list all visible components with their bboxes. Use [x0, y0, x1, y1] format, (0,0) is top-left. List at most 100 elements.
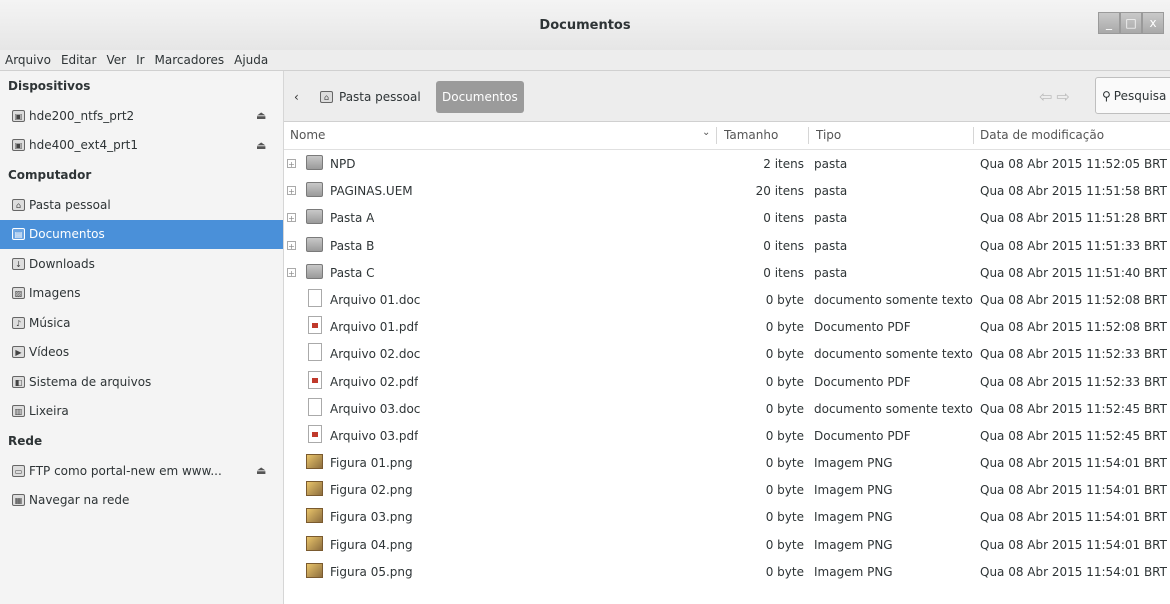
file-size: 0 itens — [763, 238, 804, 253]
sidebar-item[interactable]: ↓ Downloads — [0, 249, 283, 279]
search-label: Pesquisa — [1113, 88, 1167, 103]
sidebar-item[interactable]: ▤ Documentos — [0, 219, 283, 249]
music-folder-icon: ♪ — [12, 316, 25, 329]
sidebar-item[interactable]: ▭ FTP como portal-new em www... ⏏ — [0, 456, 283, 486]
file-row[interactable]: Figura 05.png 0 byte Imagem PNG Qua 08 Abr … — [284, 558, 1170, 585]
column-size[interactable]: Tamanho — [724, 128, 778, 142]
eject-icon[interactable]: ⏏ — [256, 109, 266, 122]
minimize-button[interactable]: _ — [1098, 12, 1120, 34]
eject-icon[interactable]: ⏏ — [256, 464, 266, 477]
drive-icon: ▣ — [12, 139, 25, 152]
breadcrumb-current[interactable]: Documentos — [436, 81, 524, 113]
file-row[interactable]: + Pasta C 0 itens pasta Qua 08 Abr 2015 11:5… — [284, 259, 1170, 286]
file-row[interactable]: + NPD 2 itens pasta Qua 08 Abr 2015 11:52:05… — [284, 150, 1170, 177]
sidebar-item[interactable]: ▨ Imagens — [0, 279, 283, 309]
sidebar-item-label: Vídeos — [29, 345, 70, 360]
file-name: Arquivo 01.doc — [330, 292, 421, 307]
file-row[interactable]: + Pasta B 0 itens pasta Qua 08 Abr 2015 11:5… — [284, 232, 1170, 259]
sidebar-item[interactable]: ▦ Navegar na rede — [0, 486, 283, 516]
downloads-folder-icon: ↓ — [12, 257, 25, 270]
network-share-icon: ▭ — [12, 464, 25, 477]
file-row[interactable]: Arquivo 01.pdf 0 byte Documento PDF Qua 08 … — [284, 313, 1170, 340]
file-name: Figura 04.png — [330, 537, 413, 552]
file-name: NPD — [330, 157, 356, 171]
expander-icon[interactable]: + — [287, 240, 296, 251]
file-size: 0 byte — [765, 510, 804, 525]
file-date: Qua 08 Abr 2015 11:52:45 BRT — [980, 428, 1167, 443]
file-row[interactable]: + PAGINAS.UEM 20 itens pasta Qua 08 Abr 2015… — [284, 177, 1170, 204]
close-button[interactable]: x — [1142, 12, 1164, 34]
column-type[interactable]: Tipo — [816, 128, 841, 142]
forward-arrow-icon[interactable]: ⇨ — [1056, 87, 1073, 106]
menu-editar[interactable]: Editar — [56, 53, 102, 67]
network-icon: ▦ — [12, 494, 25, 507]
menu-ver[interactable]: Ver — [101, 53, 131, 67]
breadcrumb-home[interactable]: ⌂ Pasta pessoal — [320, 90, 421, 104]
sidebar-item[interactable]: ▶ Vídeos — [0, 338, 283, 368]
file-type: Imagem PNG — [814, 510, 893, 525]
file-type: pasta — [814, 238, 848, 253]
file-row[interactable]: Arquivo 03.doc 0 byte documento somente te… — [284, 395, 1170, 422]
expander-icon[interactable]: + — [287, 159, 296, 169]
image-file-icon — [306, 562, 323, 578]
file-size: 0 byte — [765, 320, 804, 335]
sidebar-item[interactable]: ♪ Música — [0, 308, 283, 338]
column-name[interactable]: Nome — [290, 128, 325, 142]
eject-icon[interactable]: ⏏ — [256, 139, 266, 152]
file-name: Pasta A — [330, 211, 375, 226]
sidebar-item[interactable]: ▥ Lixeira — [0, 397, 283, 427]
file-date: Qua 08 Abr 2015 11:52:33 BRT — [980, 347, 1167, 362]
sidebar-item[interactable]: ▣ hde200_ntfs_prt2 ⏏ — [0, 101, 283, 131]
file-type: pasta — [814, 211, 848, 226]
text-file-icon — [308, 397, 322, 416]
menu-ir[interactable]: Ir — [131, 53, 149, 67]
file-type: pasta — [814, 265, 848, 280]
file-name: PAGINAS.UEM — [330, 184, 413, 199]
expander-icon[interactable]: + — [287, 267, 296, 278]
sidebar-item-label: hde200_ntfs_prt2 — [29, 108, 135, 123]
file-row[interactable]: Figura 02.png 0 byte Imagem PNG Qua 08 Abr … — [284, 476, 1170, 503]
back-arrow-icon[interactable]: ⇦ — [1039, 87, 1056, 106]
search-button[interactable]: ⚲ Pesquisa — [1095, 77, 1170, 114]
image-file-icon — [306, 454, 323, 470]
maximize-button[interactable]: □ — [1120, 12, 1142, 34]
file-row[interactable]: Arquivo 03.pdf 0 byte Documento PDF Qua 08 … — [284, 422, 1170, 449]
file-row[interactable]: Figura 04.png 0 byte Imagem PNG Qua 08 Abr … — [284, 531, 1170, 558]
expander-icon[interactable]: + — [287, 213, 296, 223]
file-list: Nome ⌄ Tamanho Tipo Data de modificação … — [284, 122, 1170, 604]
file-size: 0 itens — [763, 211, 804, 226]
file-name: Arquivo 01.pdf — [330, 320, 419, 335]
menu-marcadores[interactable]: Marcadores — [150, 53, 230, 67]
column-header-row: Nome ⌄ Tamanho Tipo Data de modificação — [284, 122, 1170, 150]
sidebar-item[interactable]: ◧ Sistema de arquivos — [0, 367, 283, 397]
column-date[interactable]: Data de modificação — [980, 128, 1104, 142]
file-row[interactable]: Figura 03.png 0 byte Imagem PNG Qua 08 Abr … — [284, 503, 1170, 530]
file-name: Arquivo 02.doc — [330, 347, 421, 362]
file-row[interactable]: Arquivo 02.pdf 0 byte Documento PDF Qua 08 … — [284, 368, 1170, 395]
file-row[interactable]: + Pasta A 0 itens pasta Qua 08 Abr 2015 11:5… — [284, 204, 1170, 231]
folder-icon — [306, 263, 323, 279]
sidebar-item[interactable]: ▣ hde400_ext4_prt1 ⏏ — [0, 131, 283, 161]
menu-ajuda[interactable]: Ajuda — [229, 53, 273, 67]
filesystem-icon: ◧ — [12, 375, 25, 388]
file-type: pasta — [814, 184, 848, 199]
drive-icon: ▣ — [12, 109, 25, 122]
file-row[interactable]: Arquivo 01.doc 0 byte documento somente te… — [284, 286, 1170, 313]
file-type: Documento PDF — [814, 320, 911, 335]
back-button[interactable]: ‹ — [294, 90, 299, 104]
file-name: Figura 05.png — [330, 564, 413, 579]
file-row[interactable]: Arquivo 02.doc 0 byte documento somente te… — [284, 340, 1170, 367]
sort-chevron-icon[interactable]: ⌄ — [702, 127, 710, 138]
file-name: Arquivo 03.doc — [330, 401, 421, 416]
file-type: Imagem PNG — [814, 564, 893, 579]
image-file-icon — [306, 508, 323, 524]
sidebar-section-title: Dispositivos — [8, 79, 91, 93]
file-size: 2 itens — [763, 157, 804, 171]
sidebar-item[interactable]: ⌂ Pasta pessoal — [0, 190, 283, 220]
sidebar-section-title: Computador — [8, 168, 92, 182]
expander-icon[interactable]: + — [287, 186, 296, 196]
file-date: Qua 08 Abr 2015 11:51:28 BRT — [980, 211, 1167, 226]
pdf-file-icon — [308, 370, 322, 389]
menu-arquivo[interactable]: Arquivo — [0, 53, 56, 67]
file-row[interactable]: Figura 01.png 0 byte Imagem PNG Qua 08 Abr … — [284, 449, 1170, 476]
